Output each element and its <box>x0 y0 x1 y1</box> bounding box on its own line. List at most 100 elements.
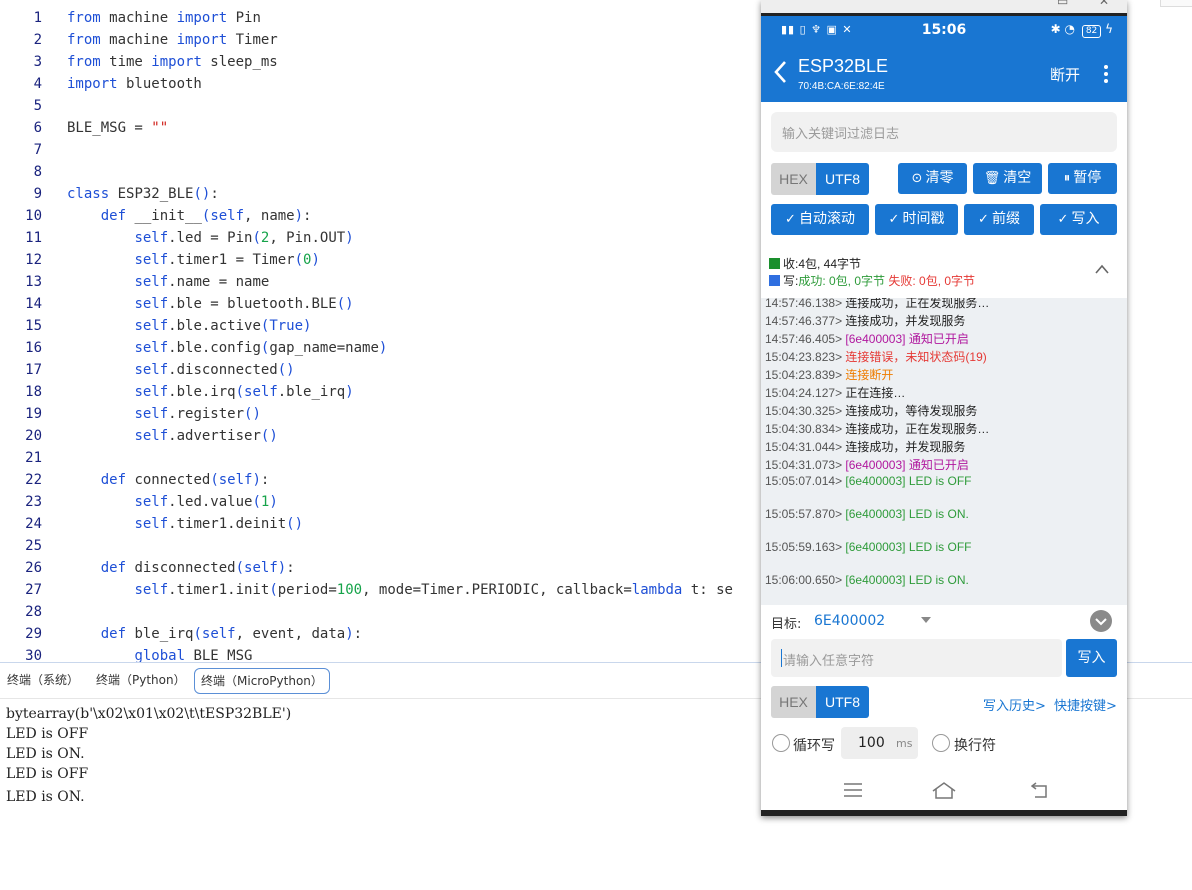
log-entry: 14:57:46.405> [6e400003] 通知已开启 <box>765 330 969 347</box>
device-name: ESP32BLE <box>798 56 889 76</box>
send-hex-toggle[interactable]: HEX <box>771 686 816 718</box>
back-nav-icon[interactable] <box>1031 782 1049 798</box>
line-number: 25 <box>25 538 42 554</box>
line-number: 2 <box>33 32 42 48</box>
log-timestamp: 15:04:30.325> <box>765 404 846 418</box>
terminal-line: LED is OFF <box>6 766 89 782</box>
trash-icon: 🗑 <box>983 171 1001 186</box>
received-text: 收:4包, 44字节 <box>783 257 862 271</box>
prefix-label: 前缀 <box>991 211 1020 227</box>
log-message: 连接断开 <box>845 368 894 382</box>
pause-icon: ⏸ <box>1063 171 1071 186</box>
code-text: global BLE_MSG <box>134 648 253 662</box>
line-number: 5 <box>33 98 42 114</box>
minimize-icon[interactable]: ▭ <box>1057 0 1068 8</box>
disconnect-button[interactable]: 断开 <box>1050 64 1080 85</box>
timestamp-toggle[interactable]: ✓ 时间戳 <box>875 204 958 235</box>
line-number: 19 <box>25 406 42 422</box>
line-number: 3 <box>33 54 42 70</box>
send-button[interactable]: 写入 <box>1066 639 1117 677</box>
log-message: [6e400003] LED is OFF <box>845 474 972 488</box>
line-number: 26 <box>25 560 42 576</box>
write-success-text: 成功: 0包, 0字节 <box>798 274 886 288</box>
device-mac: 70:4B:CA:6E:82:4E <box>798 81 885 92</box>
log-timestamp: 15:04:30.834> <box>765 422 846 436</box>
hex-toggle[interactable]: HEX <box>771 163 816 195</box>
battery-icon: 82 <box>1081 25 1102 38</box>
tab-terminal-system[interactable]: 终端（系统） <box>7 667 79 693</box>
log-message: [6e400003] 通知已开启 <box>845 332 969 346</box>
write-toggle[interactable]: ✓ 写入 <box>1040 204 1117 235</box>
caret-down-icon[interactable] <box>921 616 931 624</box>
code-text: self.register() <box>134 406 261 422</box>
log-message: 连接成功，正在发现服务… <box>845 298 990 310</box>
line-number: 22 <box>25 472 42 488</box>
filter-placeholder: 输入关键词过滤日志 <box>782 127 900 142</box>
mirror-titlebar[interactable]: ▭ ✕ <box>761 0 1127 13</box>
chevron-up-icon[interactable] <box>1095 264 1109 274</box>
line-number: 21 <box>25 450 42 466</box>
auto-scroll-toggle[interactable]: ✓ 自动滚动 <box>771 204 869 235</box>
log-entry: 14:57:46.377> 连接成功，并发现服务 <box>765 312 965 329</box>
received-legend-square <box>769 258 780 269</box>
log-filter-input[interactable]: 输入关键词过滤日志 <box>771 112 1117 152</box>
tab-terminal-micropython[interactable]: 终端（MicroPython） <box>194 668 330 694</box>
write-history-link[interactable]: 写入历史> <box>983 695 1046 714</box>
send-input[interactable]: 请输入任意字符 <box>771 639 1062 677</box>
text-cursor <box>781 649 782 667</box>
write-prefix: 写: <box>783 274 799 288</box>
clear-label: 清空 <box>1003 170 1032 186</box>
close-icon[interactable]: ✕ <box>1099 0 1109 8</box>
phone-status-bar: ▮▮ ▯ ♆ ▣ ✕ 15:06 ✱ ◔ 82 ϟ <box>761 16 1127 46</box>
log-timestamp: 15:06:00.650> <box>765 573 846 587</box>
loop-write-label: 循环写 <box>793 738 835 754</box>
interval-unit: ms <box>896 737 913 750</box>
log-list[interactable]: 14:57:46.138> 连接成功，正在发现服务… 14:57:46.377> … <box>761 298 1127 605</box>
reset-counter-button[interactable]: ⊙ 清零 <box>898 163 967 194</box>
log-timestamp: 15:05:59.163> <box>765 540 846 554</box>
expand-down-button[interactable] <box>1090 610 1112 632</box>
write-label: 写入 <box>1071 211 1100 227</box>
window-edge <box>1160 0 1192 7</box>
line-number: 20 <box>25 428 42 444</box>
target-select[interactable]: 6E400002 <box>814 613 885 629</box>
reset-label: 清零 <box>925 170 954 186</box>
auto-scroll-label: 自动滚动 <box>798 211 855 227</box>
android-nav-bar <box>761 768 1127 810</box>
home-icon[interactable] <box>932 781 956 799</box>
line-number: 23 <box>25 494 42 510</box>
utf8-toggle[interactable]: UTF8 <box>816 163 869 195</box>
loop-write-radio[interactable] <box>772 734 790 752</box>
menu-icon[interactable] <box>844 783 862 797</box>
log-entry: 15:04:30.325> 连接成功，等待发现服务 <box>765 402 977 419</box>
log-entry: 15:04:31.044> 连接成功，并发现服务 <box>765 438 965 455</box>
log-entry: 15:04:30.834> 连接成功，正在发现服务… <box>765 420 989 437</box>
received-stats: 收:4包, 44字节 <box>769 256 861 272</box>
log-message: [6e400003] LED is OFF <box>845 540 972 554</box>
log-timestamp: 15:04:23.823> <box>765 350 846 364</box>
prefix-toggle[interactable]: ✓ 前缀 <box>964 204 1034 235</box>
code-text: self.ble.active(True) <box>134 318 312 334</box>
code-text: self.ble.config(gap_name=name) <box>134 340 388 356</box>
code-text: self.led = Pin(2, Pin.OUT) <box>134 230 354 246</box>
line-number: 27 <box>25 582 42 598</box>
newline-radio[interactable] <box>932 734 950 752</box>
line-number: 17 <box>25 362 42 378</box>
more-vert-icon[interactable] <box>1101 64 1111 84</box>
send-utf8-toggle[interactable]: UTF8 <box>816 686 869 718</box>
shortcut-keys-link[interactable]: 快捷按键> <box>1054 695 1117 714</box>
loop-interval-input[interactable]: 100 ms <box>841 727 918 759</box>
log-message: 连接成功，并发现服务 <box>845 440 966 454</box>
tab-terminal-python[interactable]: 终端（Python） <box>96 667 186 693</box>
clear-log-button[interactable]: 🗑 清空 <box>973 163 1042 194</box>
app-bar: ESP32BLE 70:4B:CA:6E:82:4E 断开 <box>761 46 1127 102</box>
log-timestamp: 14:57:46.405> <box>765 332 846 346</box>
code-text: from time import sleep_ms <box>67 54 278 70</box>
log-entry: 15:05:59.163> [6e400003] LED is OFF <box>765 540 972 554</box>
log-timestamp: 15:04:23.839> <box>765 368 846 382</box>
pause-button[interactable]: ⏸ 暂停 <box>1048 163 1117 194</box>
code-text: self.timer1.deinit() <box>134 516 304 532</box>
back-arrow-icon[interactable] <box>773 60 789 84</box>
line-number: 13 <box>25 274 42 290</box>
log-message: 连接错误，未知状态码(19) <box>845 350 987 364</box>
